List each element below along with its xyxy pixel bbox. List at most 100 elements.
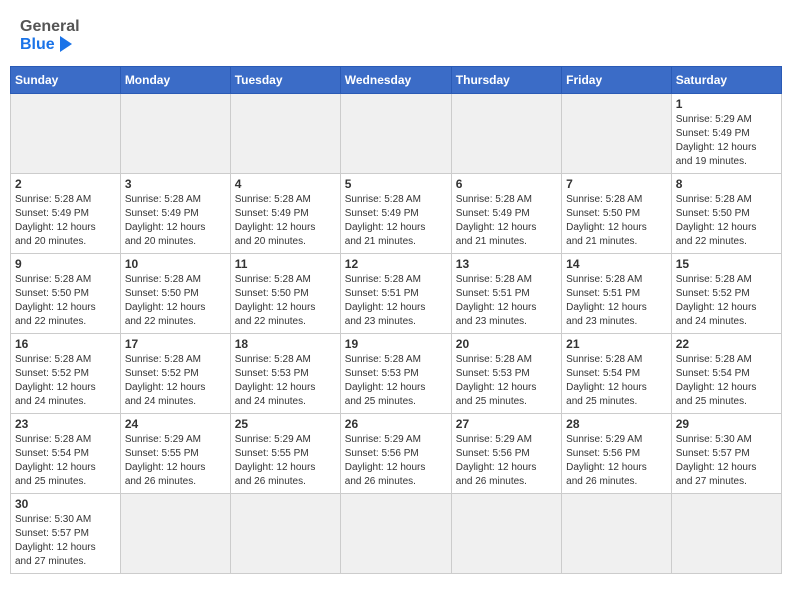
day-info: Sunrise: 5:29 AM Sunset: 5:56 PM Dayligh…: [345, 433, 447, 489]
calendar-cell: 24Sunrise: 5:29 AM Sunset: 5:55 PM Dayli…: [120, 414, 230, 494]
weekday-header-sunday: Sunday: [11, 67, 121, 94]
day-info: Sunrise: 5:28 AM Sunset: 5:54 PM Dayligh…: [676, 353, 777, 409]
day-number: 29: [676, 417, 777, 431]
day-number: 8: [676, 177, 777, 191]
day-number: 22: [676, 337, 777, 351]
calendar-cell: [562, 94, 672, 174]
calendar-cell: 8 Sunrise: 5:28 AM Sunset: 5:50 PM Daylig…: [671, 174, 781, 254]
day-info: Sunrise: 5:28 AM Sunset: 5:49 PM Dayligh…: [235, 193, 336, 249]
day-info: Sunrise: 5:28 AM Sunset: 5:50 PM Dayligh…: [235, 273, 336, 329]
calendar-cell: [120, 494, 230, 574]
day-info: Sunrise: 5:28 AM Sunset: 5:50 PM Dayligh…: [676, 193, 777, 249]
day-info: Sunrise: 5:28 AM Sunset: 5:50 PM Dayligh…: [15, 273, 116, 329]
day-info: Sunrise: 5:28 AM Sunset: 5:49 PM Dayligh…: [15, 193, 116, 249]
day-info: Sunrise: 5:30 AM Sunset: 5:57 PM Dayligh…: [676, 433, 777, 489]
calendar-cell: 4 Sunrise: 5:28 AM Sunset: 5:49 PM Daylig…: [230, 174, 340, 254]
day-info: Sunrise: 5:28 AM Sunset: 5:52 PM Dayligh…: [676, 273, 777, 329]
calendar-cell: [340, 94, 451, 174]
logo-arrow-icon: [60, 36, 72, 52]
day-number: 1: [676, 97, 777, 111]
calendar-week-row: 2 Sunrise: 5:28 AM Sunset: 5:49 PM Daylig…: [11, 174, 782, 254]
calendar-cell: 7Sunrise: 5:28 AM Sunset: 5:50 PM Daylig…: [562, 174, 672, 254]
day-info: Sunrise: 5:28 AM Sunset: 5:53 PM Dayligh…: [235, 353, 336, 409]
calendar-cell: 13 Sunrise: 5:28 AM Sunset: 5:51 PM Dayli…: [451, 254, 561, 334]
day-info: Sunrise: 5:28 AM Sunset: 5:49 PM Dayligh…: [125, 193, 226, 249]
weekday-header-wednesday: Wednesday: [340, 67, 451, 94]
calendar-cell: 19Sunrise: 5:28 AM Sunset: 5:53 PM Dayli…: [340, 334, 451, 414]
calendar-header-row: SundayMondayTuesdayWednesdayThursdayFrid…: [11, 67, 782, 94]
day-info: Sunrise: 5:28 AM Sunset: 5:51 PM Dayligh…: [566, 273, 667, 329]
day-number: 21: [566, 337, 667, 351]
day-number: 9: [15, 257, 116, 271]
logo-general-text: General: [20, 18, 80, 36]
calendar-cell: [230, 94, 340, 174]
calendar-cell: 23 Sunrise: 5:28 AM Sunset: 5:54 PM Dayli…: [11, 414, 121, 494]
day-number: 26: [345, 417, 447, 431]
day-number: 16: [15, 337, 116, 351]
day-number: 20: [456, 337, 557, 351]
weekday-header-monday: Monday: [120, 67, 230, 94]
calendar-cell: 30 Sunrise: 5:30 AM Sunset: 5:57 PM Dayli…: [11, 494, 121, 574]
day-number: 3: [125, 177, 226, 191]
calendar-table: SundayMondayTuesdayWednesdayThursdayFrid…: [10, 66, 782, 574]
calendar-cell: 2 Sunrise: 5:28 AM Sunset: 5:49 PM Daylig…: [11, 174, 121, 254]
day-number: 14: [566, 257, 667, 271]
day-number: 4: [235, 177, 336, 191]
day-info: Sunrise: 5:28 AM Sunset: 5:53 PM Dayligh…: [345, 353, 447, 409]
calendar-cell: [120, 94, 230, 174]
day-info: Sunrise: 5:28 AM Sunset: 5:51 PM Dayligh…: [456, 273, 557, 329]
weekday-header-friday: Friday: [562, 67, 672, 94]
day-number: 18: [235, 337, 336, 351]
calendar-cell: 5Sunrise: 5:28 AM Sunset: 5:49 PM Daylig…: [340, 174, 451, 254]
day-number: 10: [125, 257, 226, 271]
page-header: General Blue: [10, 10, 782, 61]
calendar-cell: 20 Sunrise: 5:28 AM Sunset: 5:53 PM Dayli…: [451, 334, 561, 414]
calendar-cell: 10 Sunrise: 5:28 AM Sunset: 5:50 PM Dayli…: [120, 254, 230, 334]
calendar-week-row: 30 Sunrise: 5:30 AM Sunset: 5:57 PM Dayli…: [11, 494, 782, 574]
day-number: 2: [15, 177, 116, 191]
calendar-cell: [230, 494, 340, 574]
logo-blue-line: Blue: [20, 36, 72, 54]
day-info: Sunrise: 5:28 AM Sunset: 5:53 PM Dayligh…: [456, 353, 557, 409]
calendar-cell: 18 Sunrise: 5:28 AM Sunset: 5:53 PM Dayli…: [230, 334, 340, 414]
calendar-cell: 11Sunrise: 5:28 AM Sunset: 5:50 PM Dayli…: [230, 254, 340, 334]
day-info: Sunrise: 5:28 AM Sunset: 5:51 PM Dayligh…: [345, 273, 447, 329]
calendar-cell: 3 Sunrise: 5:28 AM Sunset: 5:49 PM Daylig…: [120, 174, 230, 254]
calendar-cell: [340, 494, 451, 574]
calendar-cell: [451, 494, 561, 574]
day-number: 25: [235, 417, 336, 431]
day-number: 23: [15, 417, 116, 431]
day-number: 13: [456, 257, 557, 271]
calendar-cell: 29 Sunrise: 5:30 AM Sunset: 5:57 PM Dayli…: [671, 414, 781, 494]
day-info: Sunrise: 5:29 AM Sunset: 5:55 PM Dayligh…: [235, 433, 336, 489]
day-info: Sunrise: 5:28 AM Sunset: 5:49 PM Dayligh…: [345, 193, 447, 249]
day-number: 17: [125, 337, 226, 351]
calendar-cell: 16Sunrise: 5:28 AM Sunset: 5:52 PM Dayli…: [11, 334, 121, 414]
calendar-cell: 9 Sunrise: 5:28 AM Sunset: 5:50 PM Daylig…: [11, 254, 121, 334]
calendar-cell: 12 Sunrise: 5:28 AM Sunset: 5:51 PM Dayli…: [340, 254, 451, 334]
weekday-header-tuesday: Tuesday: [230, 67, 340, 94]
day-info: Sunrise: 5:29 AM Sunset: 5:56 PM Dayligh…: [566, 433, 667, 489]
calendar-week-row: 16Sunrise: 5:28 AM Sunset: 5:52 PM Dayli…: [11, 334, 782, 414]
day-number: 12: [345, 257, 447, 271]
weekday-header-saturday: Saturday: [671, 67, 781, 94]
day-info: Sunrise: 5:28 AM Sunset: 5:54 PM Dayligh…: [15, 433, 116, 489]
day-number: 28: [566, 417, 667, 431]
day-number: 6: [456, 177, 557, 191]
logo-container: General Blue: [20, 18, 80, 53]
calendar-cell: [671, 494, 781, 574]
day-info: Sunrise: 5:29 AM Sunset: 5:49 PM Dayligh…: [676, 113, 777, 169]
calendar-cell: 26 Sunrise: 5:29 AM Sunset: 5:56 PM Dayli…: [340, 414, 451, 494]
calendar-cell: 15Sunrise: 5:28 AM Sunset: 5:52 PM Dayli…: [671, 254, 781, 334]
day-info: Sunrise: 5:30 AM Sunset: 5:57 PM Dayligh…: [15, 513, 116, 569]
day-info: Sunrise: 5:28 AM Sunset: 5:54 PM Dayligh…: [566, 353, 667, 409]
day-number: 7: [566, 177, 667, 191]
day-info: Sunrise: 5:28 AM Sunset: 5:50 PM Dayligh…: [125, 273, 226, 329]
day-number: 30: [15, 497, 116, 511]
calendar-cell: 6Sunrise: 5:28 AM Sunset: 5:49 PM Daylig…: [451, 174, 561, 254]
calendar-cell: 21 Sunrise: 5:28 AM Sunset: 5:54 PM Dayli…: [562, 334, 672, 414]
calendar-week-row: 9 Sunrise: 5:28 AM Sunset: 5:50 PM Daylig…: [11, 254, 782, 334]
calendar-cell: 1 Sunrise: 5:29 AM Sunset: 5:49 PM Daylig…: [671, 94, 781, 174]
calendar-cell: 22 Sunrise: 5:28 AM Sunset: 5:54 PM Dayli…: [671, 334, 781, 414]
calendar-week-row: 23 Sunrise: 5:28 AM Sunset: 5:54 PM Dayli…: [11, 414, 782, 494]
